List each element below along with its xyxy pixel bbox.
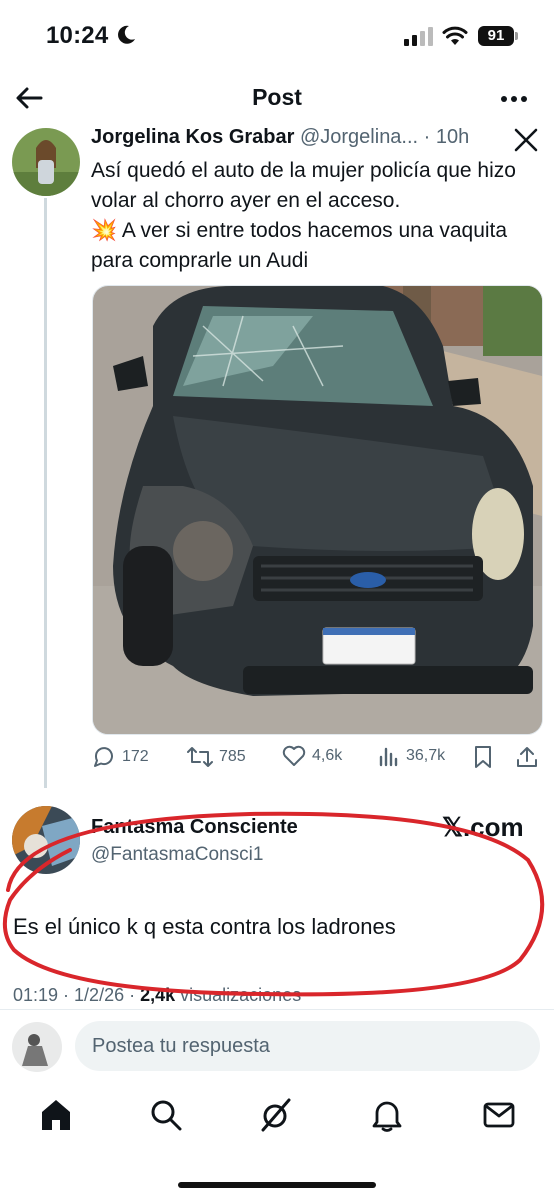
post-text: Así quedó el auto de la mujer policía qu… <box>91 159 516 272</box>
post-header: Jorgelina Kos Grabar @Jorgelina... · 10h <box>91 126 469 149</box>
signal-icon <box>404 27 433 46</box>
reply-button[interactable]: 172 <box>92 745 149 769</box>
search-icon[interactable] <box>150 1098 182 1132</box>
battery-indicator: 91 <box>478 26 514 46</box>
separator-dot: · <box>418 126 436 148</box>
repost-icon <box>187 747 213 767</box>
author-handle[interactable]: @Jorgelina... <box>300 126 418 148</box>
repost-button[interactable]: 785 <box>187 745 246 769</box>
views-count: 36,7k <box>406 747 446 764</box>
notifications-icon[interactable] <box>372 1098 402 1132</box>
divider <box>0 1009 554 1010</box>
reply-input[interactable]: Postea tu respuesta <box>75 1021 540 1071</box>
status-time: 10:24 <box>46 22 109 49</box>
repost-count: 785 <box>219 748 246 765</box>
wifi-icon <box>442 26 468 45</box>
thread-line <box>44 198 47 788</box>
home-indicator[interactable] <box>178 1182 376 1188</box>
author-name[interactable]: Jorgelina Kos Grabar <box>91 126 294 148</box>
author-avatar[interactable] <box>12 128 80 196</box>
red-annotation-ellipse <box>2 811 545 997</box>
battery-cap <box>515 32 518 40</box>
views-button[interactable]: 36,7k <box>378 745 445 767</box>
like-icon <box>282 745 306 766</box>
share-icon[interactable] <box>515 745 539 769</box>
post-image[interactable] <box>92 285 543 735</box>
bookmark-icon[interactable] <box>472 745 494 769</box>
grok-icon[interactable] <box>259 1098 293 1132</box>
reply-icon <box>94 747 113 767</box>
moon-icon <box>118 25 135 44</box>
my-avatar[interactable] <box>12 1022 62 1072</box>
close-x-icon[interactable] <box>514 128 538 152</box>
post-time: 10h <box>435 126 470 148</box>
like-count: 4,6k <box>312 747 343 764</box>
more-icon[interactable] <box>500 95 528 103</box>
messages-icon[interactable] <box>483 1098 515 1132</box>
views-icon <box>379 747 398 767</box>
post-actions: 172 785 4,6k 36,7k <box>92 745 541 773</box>
home-icon[interactable] <box>40 1098 72 1132</box>
reply-count: 172 <box>122 748 149 765</box>
page-title: Post <box>252 84 302 110</box>
like-button[interactable]: 4,6k <box>282 745 342 767</box>
